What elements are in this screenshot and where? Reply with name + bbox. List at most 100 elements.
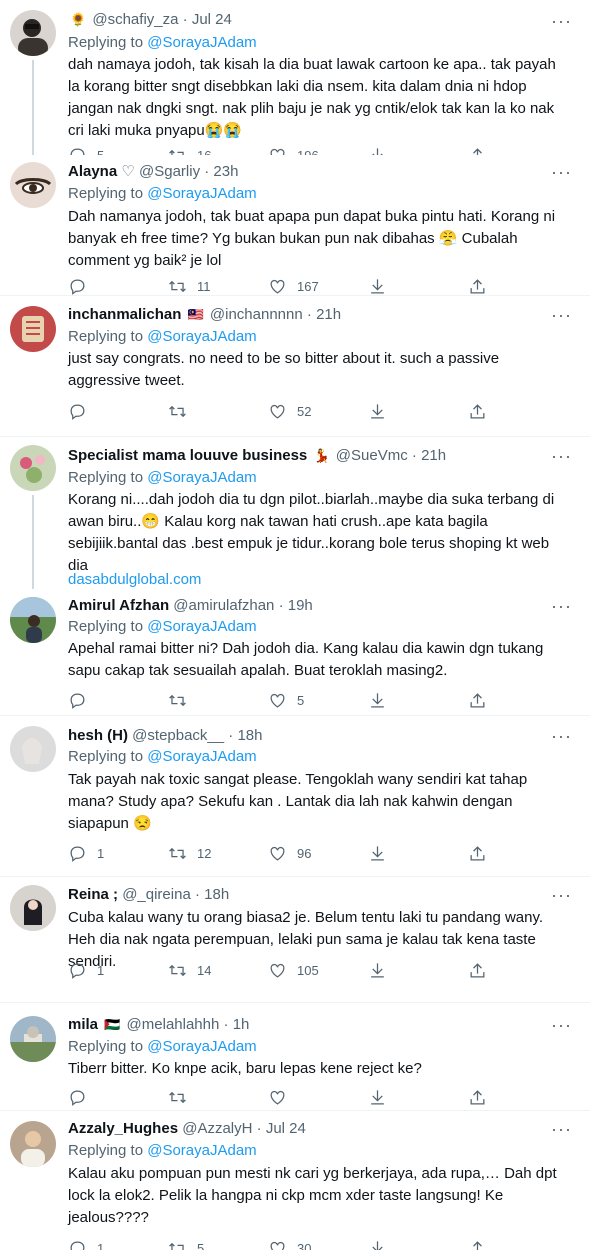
tweet-time[interactable]: 21h: [421, 447, 446, 464]
avatar[interactable]: [10, 885, 56, 931]
tweet-time[interactable]: 19h: [288, 597, 313, 614]
user-name[interactable]: Reina ;: [68, 886, 118, 903]
avatar[interactable]: [10, 445, 56, 491]
replying-to-handle[interactable]: @SorayaJAdam: [147, 1142, 256, 1159]
react-button[interactable]: [368, 842, 448, 864]
tweet[interactable]: Specialist mama louuve business 💃 @SueVm…: [0, 437, 590, 589]
more-options-icon[interactable]: ···: [551, 1016, 572, 1034]
retweet-button[interactable]: [168, 400, 248, 422]
replying-to-handle[interactable]: @SorayaJAdam: [147, 185, 256, 202]
react-button[interactable]: [368, 144, 448, 155]
avatar[interactable]: [10, 1121, 56, 1167]
share-button[interactable]: [468, 959, 498, 981]
user-handle[interactable]: @_qireina: [122, 886, 191, 903]
reply-button[interactable]: 1: [68, 1237, 148, 1250]
reply-button[interactable]: [68, 400, 148, 422]
like-button[interactable]: 96: [268, 842, 348, 864]
tweet[interactable]: Reina ; @_qireina · 18h ··· Cuba kalau w…: [0, 877, 590, 1000]
user-name[interactable]: Azzaly_Hughes: [68, 1120, 178, 1137]
avatar[interactable]: [10, 597, 56, 643]
tweet-time[interactable]: 23h: [213, 163, 238, 180]
more-options-icon[interactable]: ···: [551, 886, 572, 904]
reply-button[interactable]: [68, 689, 148, 711]
user-handle[interactable]: @melahlahhh: [127, 1016, 220, 1033]
retweet-button[interactable]: 12: [168, 842, 248, 864]
like-button[interactable]: 52: [268, 400, 348, 422]
react-button[interactable]: [368, 275, 448, 295]
like-button[interactable]: 196: [268, 144, 348, 155]
react-button[interactable]: [368, 1237, 448, 1250]
more-options-icon[interactable]: ···: [551, 597, 572, 615]
retweet-button[interactable]: 5: [168, 1237, 248, 1250]
share-button[interactable]: [468, 689, 498, 711]
user-handle[interactable]: @AzzalyH: [182, 1120, 252, 1137]
replying-to-handle[interactable]: @SorayaJAdam: [147, 469, 256, 486]
more-options-icon[interactable]: ···: [551, 1120, 572, 1138]
tweet[interactable]: mila 🇵🇸 @melahlahhh · 1h ··· Replying to…: [0, 1008, 590, 1110]
more-options-icon[interactable]: ···: [551, 306, 572, 324]
reply-button[interactable]: 1: [68, 959, 148, 981]
tweet[interactable]: Amirul Afzhan @amirulafzhan · 19h ··· Re…: [0, 589, 590, 715]
more-options-icon[interactable]: ···: [551, 12, 572, 30]
tweet-time[interactable]: Jul 24: [266, 1120, 306, 1137]
reply-button[interactable]: [68, 1086, 148, 1108]
react-button[interactable]: [368, 1086, 448, 1108]
react-button[interactable]: [368, 400, 448, 422]
user-handle[interactable]: @inchannnnn: [210, 306, 303, 323]
react-button[interactable]: [368, 689, 448, 711]
user-handle[interactable]: @schafiy_za: [92, 11, 178, 28]
replying-to-handle[interactable]: @SorayaJAdam: [147, 328, 256, 345]
avatar[interactable]: [10, 162, 56, 208]
share-button[interactable]: [468, 1237, 498, 1250]
user-handle[interactable]: @Sgarliy: [139, 163, 200, 180]
avatar[interactable]: [10, 10, 56, 56]
more-options-icon[interactable]: ···: [551, 727, 572, 745]
user-name[interactable]: hesh (H): [68, 727, 128, 744]
user-handle[interactable]: @SueVmc: [336, 447, 408, 464]
replying-to-handle[interactable]: @SorayaJAdam: [147, 748, 256, 765]
tweet[interactable]: Azzaly_Hughes @AzzalyH · Jul 24 ··· Repl…: [0, 1111, 590, 1250]
retweet-button[interactable]: [168, 1086, 248, 1108]
share-button[interactable]: [468, 144, 498, 155]
share-button[interactable]: [468, 275, 498, 295]
tweet[interactable]: inchanmalichan 🇲🇾 @inchannnnn · 21h ··· …: [0, 296, 590, 436]
retweet-button[interactable]: [168, 689, 248, 711]
tweet[interactable]: Alayna ♡ @Sgarliy · 23h ··· Replying to …: [0, 155, 590, 295]
like-button[interactable]: 105: [268, 959, 348, 981]
retweet-button[interactable]: 16: [168, 144, 248, 155]
replying-to-handle[interactable]: @SorayaJAdam: [147, 1038, 256, 1055]
retweet-button[interactable]: 11: [168, 275, 248, 295]
tweet-time[interactable]: 1h: [233, 1016, 250, 1033]
website-link[interactable]: dasabdulglobal.com: [68, 569, 568, 589]
reply-button[interactable]: [68, 275, 148, 295]
replying-to-handle[interactable]: @SorayaJAdam: [147, 618, 256, 635]
user-name[interactable]: Specialist mama louuve business: [68, 447, 307, 464]
more-options-icon[interactable]: ···: [551, 447, 572, 465]
tweet-time[interactable]: 18h: [237, 727, 262, 744]
reply-button[interactable]: 5: [68, 144, 148, 155]
tweet-time[interactable]: 18h: [204, 886, 229, 903]
user-name[interactable]: Amirul Afzhan: [68, 597, 169, 614]
tweet-time[interactable]: 21h: [316, 306, 341, 323]
tweet[interactable]: 🌻 @schafiy_za · Jul 24 ··· Replying to @…: [0, 0, 590, 155]
avatar[interactable]: [10, 726, 56, 772]
user-name[interactable]: inchanmalichan: [68, 306, 181, 323]
reply-button[interactable]: 1: [68, 842, 148, 864]
like-button[interactable]: 167: [268, 275, 348, 295]
user-handle[interactable]: @amirulafzhan: [173, 597, 274, 614]
user-name[interactable]: Alayna: [68, 163, 117, 180]
like-button[interactable]: 5: [268, 689, 348, 711]
share-button[interactable]: [468, 400, 498, 422]
retweet-button[interactable]: 14: [168, 959, 248, 981]
user-handle[interactable]: @stepback__: [132, 727, 224, 744]
avatar[interactable]: [10, 306, 56, 352]
more-options-icon[interactable]: ···: [551, 163, 572, 181]
share-button[interactable]: [468, 1086, 498, 1108]
like-button[interactable]: [268, 1086, 348, 1108]
replying-to-handle[interactable]: @SorayaJAdam: [147, 34, 256, 51]
share-button[interactable]: [468, 842, 498, 864]
tweet-time[interactable]: Jul 24: [192, 11, 232, 28]
avatar[interactable]: [10, 1016, 56, 1062]
tweet[interactable]: hesh (H) @stepback__ · 18h ··· Replying …: [0, 716, 590, 876]
like-button[interactable]: 30: [268, 1237, 348, 1250]
